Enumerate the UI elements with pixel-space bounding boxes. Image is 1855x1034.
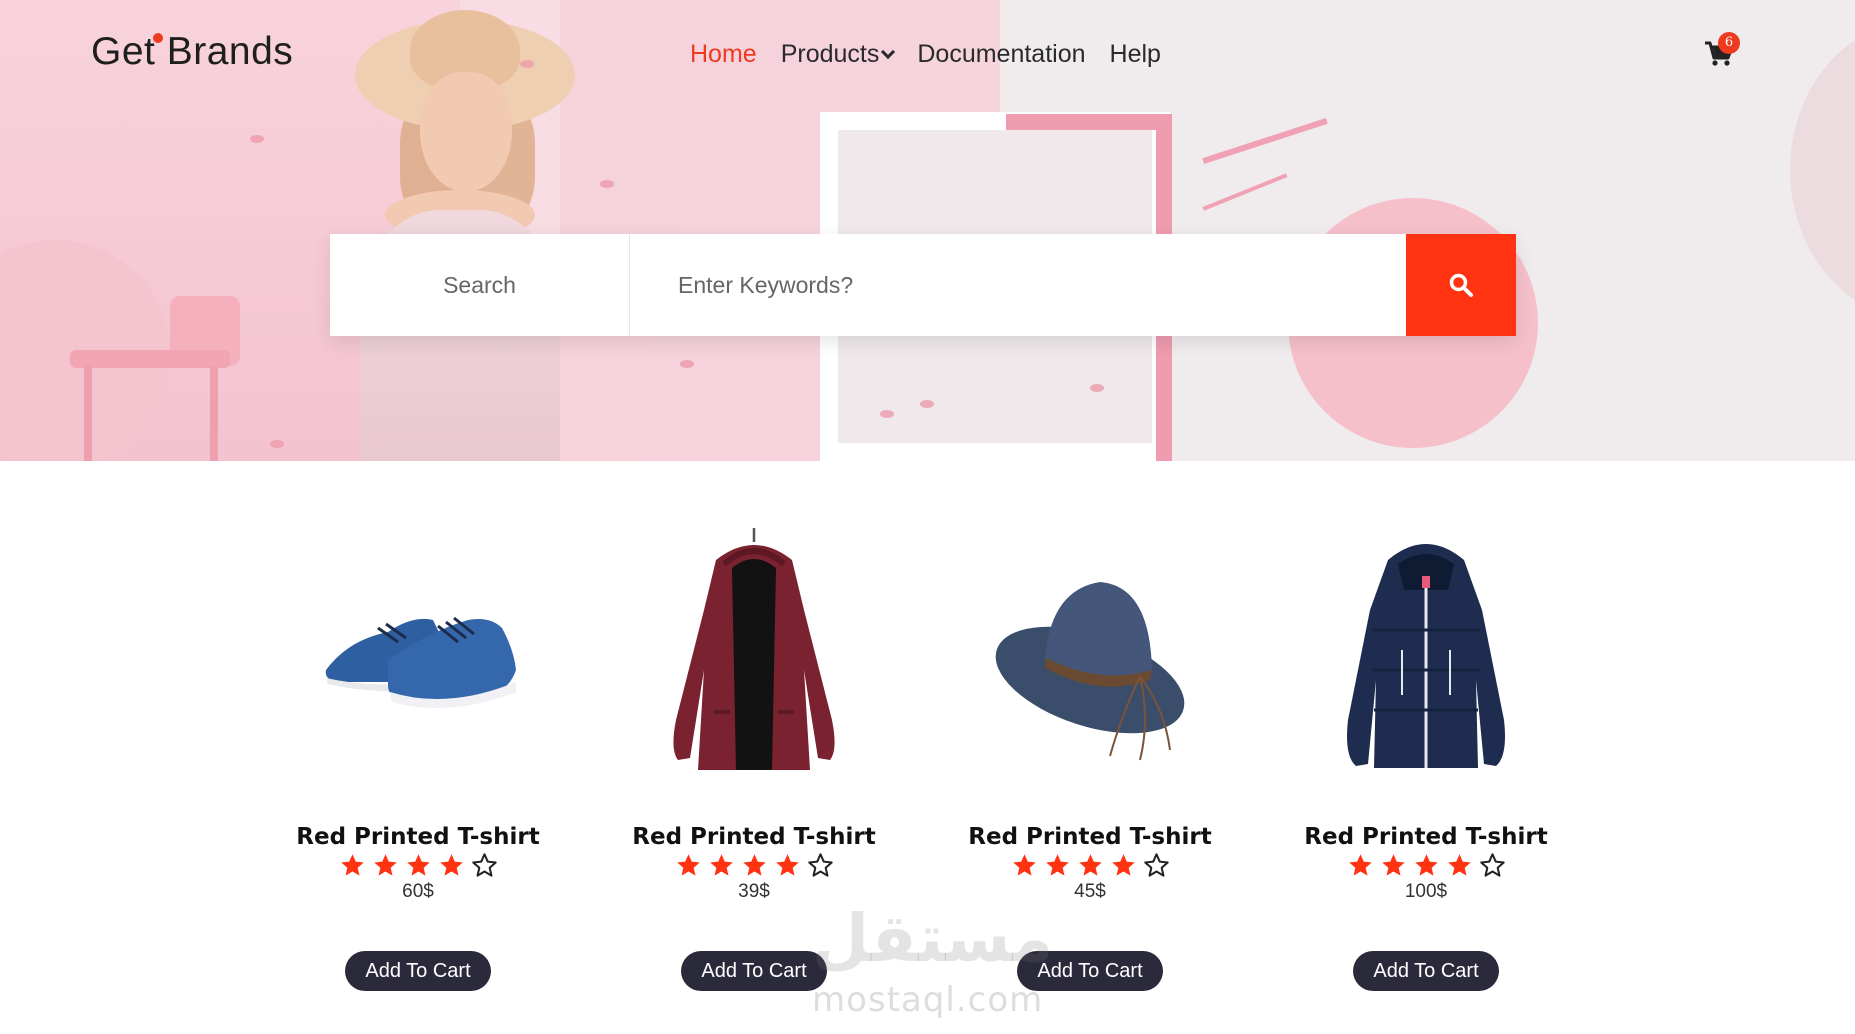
- star-filled-icon: [775, 854, 799, 876]
- product-price: 100$: [1404, 881, 1448, 902]
- hero-frame-accent: [1006, 114, 1172, 130]
- nav-documentation[interactable]: Documentation: [917, 40, 1085, 69]
- petal: [270, 440, 284, 448]
- chevron-down-icon: [881, 44, 896, 59]
- product-image-jacket[interactable]: [1326, 520, 1526, 800]
- star-filled-icon: [439, 854, 463, 876]
- star-empty-icon: [807, 853, 833, 877]
- star-filled-icon: [742, 854, 766, 876]
- nav-home[interactable]: Home: [690, 40, 757, 69]
- watermark-arabic: مستقل: [812, 900, 1054, 977]
- hero-chair-leg: [210, 366, 218, 461]
- search-label[interactable]: Search: [330, 234, 630, 336]
- product-card: Red Printed T-shirt 100$ Add To Cart: [1276, 510, 1576, 1000]
- nav-help[interactable]: Help: [1110, 40, 1161, 69]
- star-filled-icon: [1045, 854, 1069, 876]
- add-to-cart-button[interactable]: Add To Cart: [1353, 951, 1499, 991]
- petal: [250, 135, 264, 143]
- watermark-latin: mostaql.com: [812, 980, 1044, 1020]
- product-name[interactable]: Red Printed T-shirt: [268, 824, 568, 850]
- hero-chair-leg: [84, 366, 92, 461]
- star-filled-icon: [1012, 854, 1036, 876]
- product-card: Red Printed T-shirt 60$ Add To Cart: [268, 510, 568, 1000]
- petal: [1090, 384, 1104, 392]
- nav-products[interactable]: Products: [780, 40, 896, 69]
- rating-stars: [268, 852, 568, 879]
- product-image-sneakers[interactable]: [318, 520, 518, 800]
- search-input[interactable]: [630, 234, 1406, 336]
- star-filled-icon: [709, 854, 733, 876]
- petal: [680, 360, 694, 368]
- product-image-coat[interactable]: [654, 520, 854, 800]
- petal: [520, 60, 534, 68]
- nav-documentation-label: Documentation: [917, 40, 1086, 68]
- add-to-cart-button[interactable]: Add To Cart: [345, 951, 491, 991]
- product-name[interactable]: Red Printed T-shirt: [1276, 824, 1576, 850]
- star-filled-icon: [1414, 854, 1438, 876]
- star-filled-icon: [1447, 854, 1471, 876]
- star-filled-icon: [340, 854, 364, 876]
- star-filled-icon: [676, 854, 700, 876]
- petal: [920, 400, 934, 408]
- star-empty-icon: [471, 853, 497, 877]
- brand-logo[interactable]: Get Brands: [91, 30, 293, 74]
- star-empty-icon: [1143, 853, 1169, 877]
- add-to-cart-button[interactable]: Add To Cart: [681, 951, 827, 991]
- petal: [600, 180, 614, 188]
- hero-chair-seat: [70, 350, 230, 368]
- search-icon: [1449, 273, 1473, 297]
- search-button[interactable]: [1406, 234, 1516, 336]
- cart-count-badge: 6: [1718, 32, 1740, 54]
- product-name[interactable]: Red Printed T-shirt: [604, 824, 904, 850]
- rating-stars: [1276, 852, 1576, 879]
- star-filled-icon: [1078, 854, 1102, 876]
- product-price: 60$: [402, 881, 434, 902]
- product-name[interactable]: Red Printed T-shirt: [940, 824, 1240, 850]
- star-empty-icon: [1479, 853, 1505, 877]
- search-bar: Search: [330, 234, 1516, 336]
- star-filled-icon: [1381, 854, 1405, 876]
- rating-stars: [604, 852, 904, 879]
- nav-products-label: Products: [780, 40, 880, 68]
- star-filled-icon: [406, 854, 430, 876]
- star-filled-icon: [373, 854, 397, 876]
- star-filled-icon: [1111, 854, 1135, 876]
- star-filled-icon: [1348, 854, 1372, 876]
- nav-help-label: Help: [1109, 40, 1161, 68]
- nav-home-label: Home: [690, 40, 757, 68]
- rating-stars: [940, 852, 1240, 879]
- petal: [880, 410, 894, 418]
- main-nav: Home Products Documentation Help: [690, 40, 1161, 69]
- product-image-hat[interactable]: [990, 520, 1190, 800]
- logo-dot-icon: [153, 33, 163, 43]
